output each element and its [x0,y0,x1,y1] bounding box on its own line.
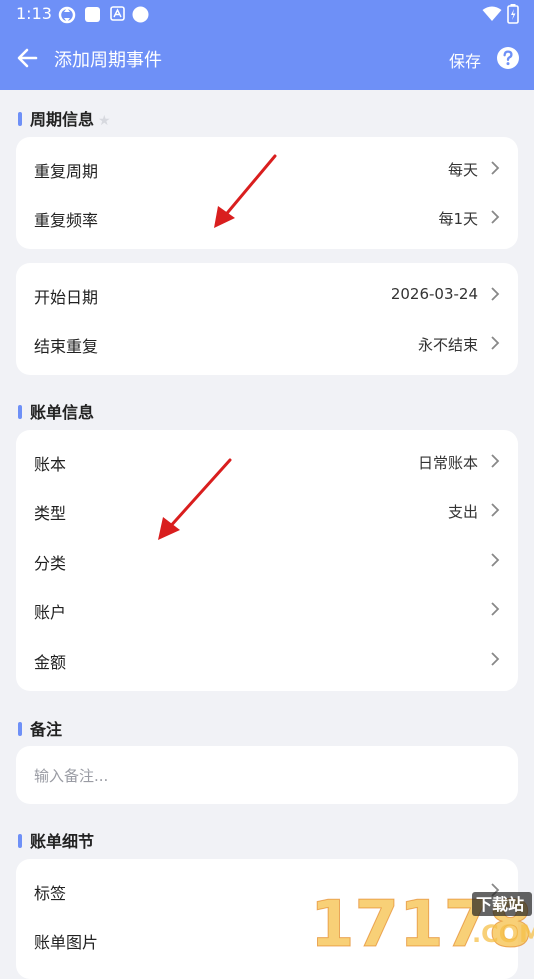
amount-row[interactable]: 金额 [16,635,518,684]
section-header-note: 备注 [18,716,62,740]
row-label: 账单图片 [34,933,99,952]
section-title: 周期信息 [30,110,95,129]
chevron-right-icon [491,652,500,666]
row-label: 重复周期 [34,162,99,181]
row-label: 标签 [34,884,67,903]
font-notification-icon [110,6,125,21]
section-header-bill-detail: 账单细节 [18,828,94,852]
section-accent-bar [18,834,22,848]
section-title: 备注 [30,720,63,739]
app-notification-icon [85,7,100,22]
chevron-right-icon [491,503,500,517]
wifi-icon [482,6,502,21]
star-icon: ★ [98,113,111,129]
chevron-right-icon [491,336,500,350]
chevron-right-icon [491,602,500,616]
row-value: 每天 [447,161,478,179]
battery-icon [507,4,519,24]
navigation-bar: 添加周期事件 保存 [0,36,534,82]
row-label: 类型 [34,504,67,523]
section-header-cycle-info: 周期信息 ★ [18,106,111,130]
start-date-row[interactable]: 开始日期 2026-03-24 [16,270,518,319]
category-row[interactable]: 分类 [16,536,518,585]
svg-text:.COM: .COM [472,920,534,948]
save-button[interactable]: 保存 [449,48,481,72]
annotation-arrow-icon [214,154,277,228]
chevron-right-icon [491,161,500,175]
row-value: 永不结束 [417,336,478,354]
svg-text:下载站: 下载站 [476,895,524,914]
row-label: 开始日期 [34,288,99,307]
page-title: 添加周期事件 [54,50,162,71]
circle-notification-icon [132,6,149,23]
date-settings-card: 开始日期 2026-03-24 结束重复 永不结束 [16,263,518,375]
chevron-right-icon [491,454,500,468]
chevron-right-icon [491,210,500,224]
section-header-bill-info: 账单信息 [18,399,94,423]
chevron-right-icon [491,287,500,301]
row-label: 分类 [34,554,67,573]
section-title: 账单信息 [30,403,95,422]
note-input[interactable]: 输入备注... [16,746,518,804]
status-time: 1:13 [16,4,52,23]
chevron-right-icon [491,553,500,567]
section-accent-bar [18,722,22,736]
end-repeat-row[interactable]: 结束重复 永不结束 [16,319,518,368]
section-accent-bar [18,112,22,126]
row-value: 支出 [447,503,478,521]
sync-icon [58,6,76,24]
status-bar: 1:13 [0,0,534,28]
annotation-arrow-icon [158,458,232,540]
note-placeholder: 输入备注... [34,767,109,785]
account-row[interactable]: 账户 [16,585,518,634]
row-value: 每1天 [438,210,478,228]
help-icon[interactable] [496,46,520,70]
row-label: 结束重复 [34,337,99,356]
row-label: 重复频率 [34,211,99,230]
row-label: 账本 [34,455,67,474]
row-value: 日常账本 [417,454,478,472]
top-app-bar: 1:13 添加周期事件 保存 [0,0,534,90]
site-watermark-logo: 17178 下载站 .COM [310,888,534,951]
row-label: 金额 [34,653,67,672]
bill-type-row[interactable]: 类型 支出 [16,486,518,535]
back-arrow-icon[interactable] [14,44,42,72]
bill-info-card: 账本 日常账本 类型 支出 分类 账户 金额 [16,430,518,691]
account-book-row[interactable]: 账本 日常账本 [16,437,518,486]
row-label: 账户 [34,603,67,622]
section-title: 账单细节 [30,832,95,851]
section-accent-bar [18,405,22,419]
row-value: 2026-03-24 [390,285,478,303]
